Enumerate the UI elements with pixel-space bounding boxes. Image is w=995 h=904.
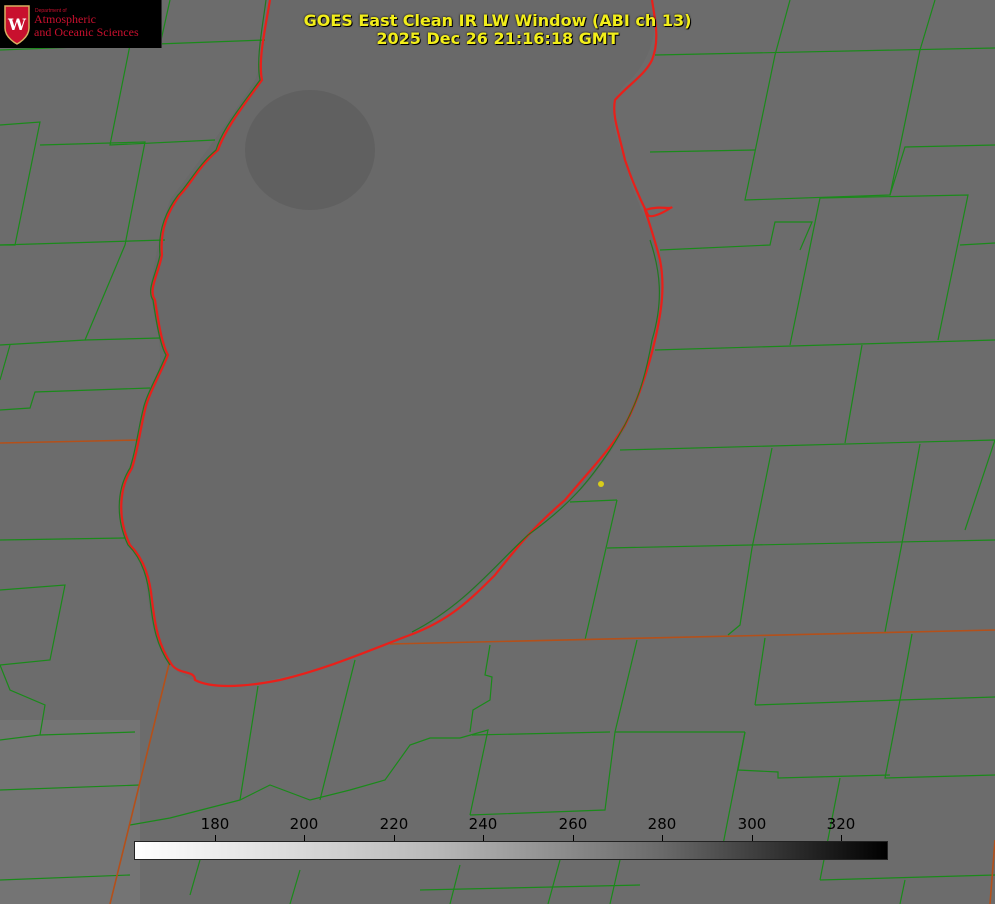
temperature-colorbar — [134, 841, 888, 860]
image-title: GOES East Clean IR LW Window (ABI ch 13) — [303, 11, 692, 30]
ir-lighter-patch — [0, 720, 140, 904]
colorbar-tick-label: 180 — [200, 815, 230, 833]
colorbar-tick-label: 240 — [468, 815, 498, 833]
colorbar-tick-label: 300 — [737, 815, 767, 833]
image-timestamp: 2025 Dec 26 21:16:18 GMT — [376, 29, 619, 48]
colorbar-tick-label: 200 — [289, 815, 319, 833]
satellite-image-view: W Department of Atmospheric and Oceanic … — [0, 0, 995, 904]
colorbar-tick-label: 320 — [826, 815, 856, 833]
station-marker — [598, 481, 604, 487]
colorbar-tick-label: 220 — [379, 815, 409, 833]
ir-satellite-map — [0, 0, 995, 904]
colorbar-tick-label: 260 — [558, 815, 588, 833]
colorbar-tick-label: 280 — [647, 815, 677, 833]
cold-cloud-patch — [245, 90, 375, 210]
